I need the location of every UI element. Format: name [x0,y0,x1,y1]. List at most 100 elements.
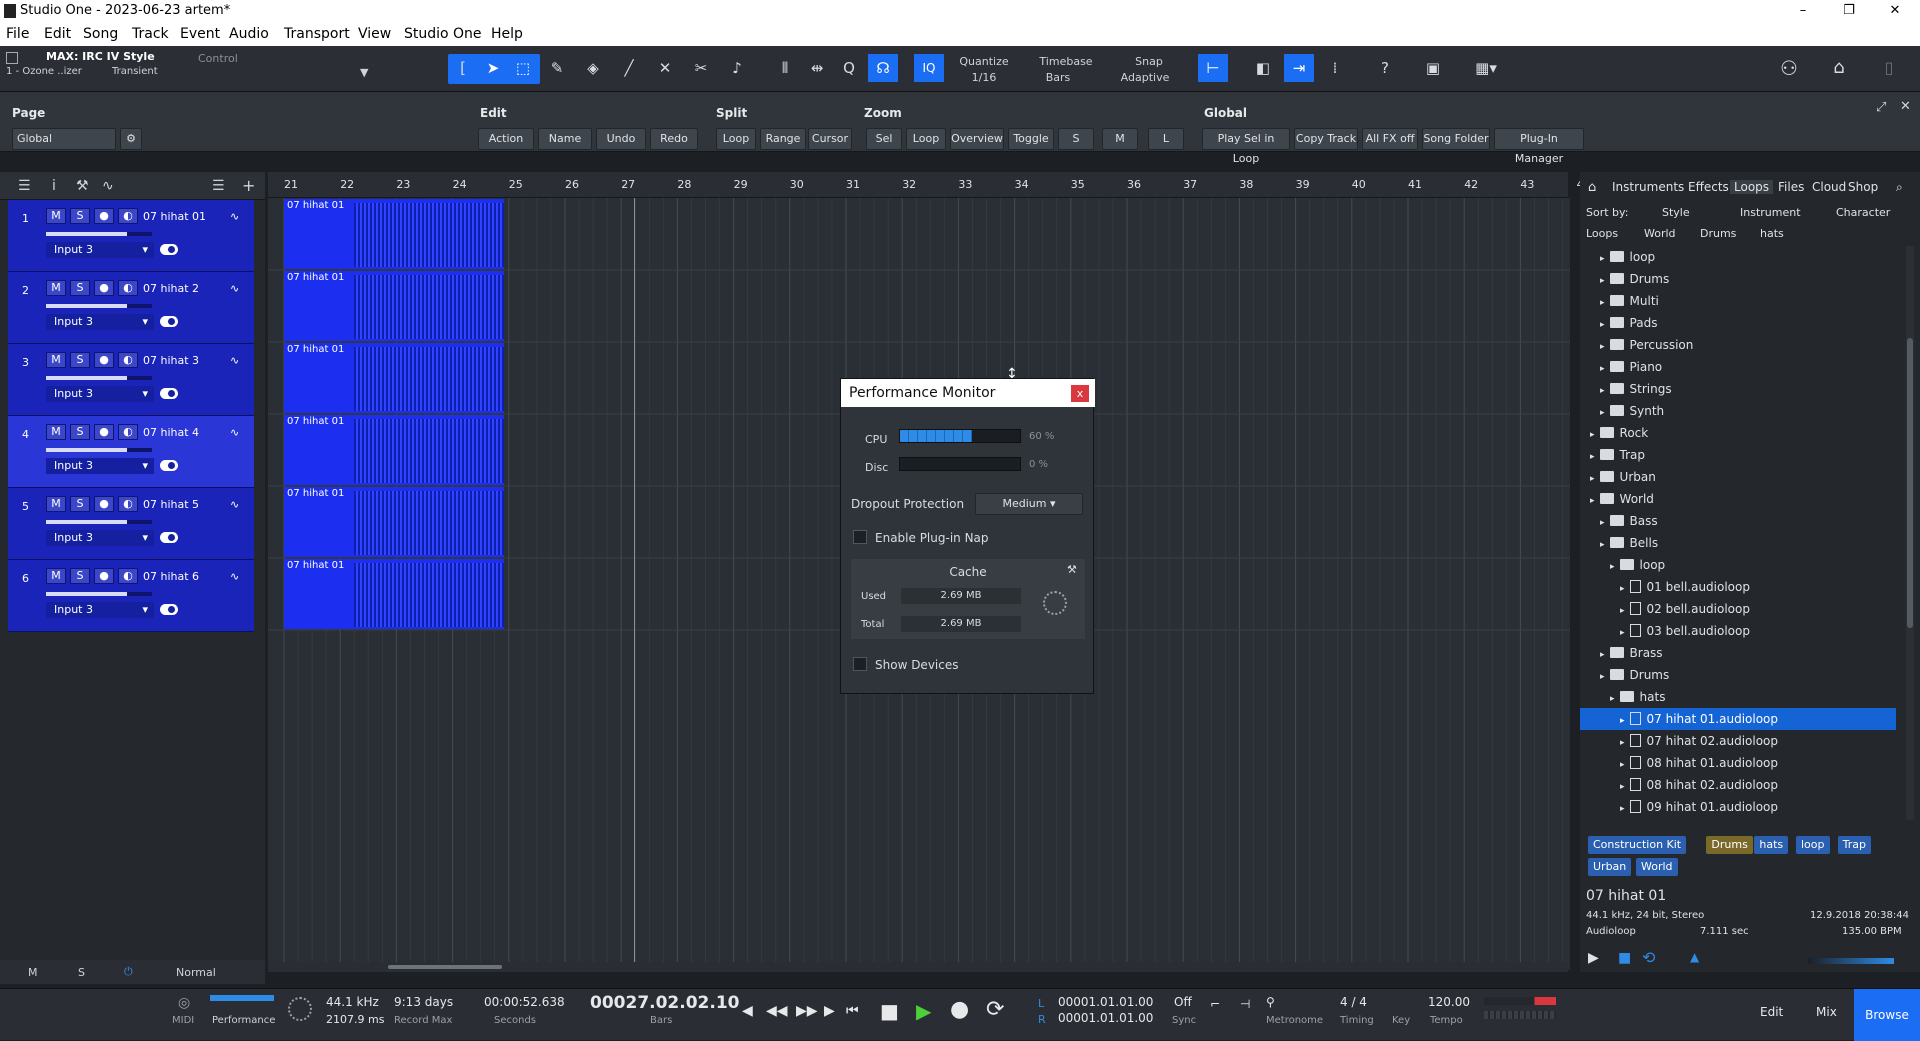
split-range-button[interactable]: Range [760,128,806,150]
preview-stop-icon[interactable]: ■ [1618,950,1631,966]
input-toggle[interactable] [160,388,178,399]
tag-chip[interactable]: Trap [1837,836,1871,854]
track-header-5[interactable]: 5 M S ● ◐ 07 hihat 5 ∿ Input 3 ▾ [8,488,254,560]
rewind-icon[interactable]: ◀◀ [766,1003,788,1019]
split-view-icon[interactable]: ⁞ [1320,54,1350,82]
browser-folder-item[interactable]: ▸ Urban [1580,466,1896,488]
expand-arrow-icon[interactable]: ▸ [1600,320,1605,330]
forward-end-icon[interactable]: ▶ [824,1003,835,1019]
document-icon[interactable]: ▯ [1874,54,1904,82]
browser-folder-item[interactable]: ▸ Bass [1580,510,1896,532]
input-select[interactable]: Input 3 ▾ [46,242,154,258]
input-toggle[interactable] [160,604,178,615]
timeline-ruler[interactable]: 21 22 23 24 25 26 27 28 29 30 31 32 33 34 35 36 37 38 39 40… [268,172,1584,198]
record-arm-icon[interactable]: ● [94,280,114,296]
seconds-value[interactable]: 00:00:52.638 [484,995,565,1009]
browser-folder-item[interactable]: ▸ Multi [1580,290,1896,312]
browser-folder-item[interactable]: ▸ Percussion [1580,334,1896,356]
browser-file-item[interactable]: ▸ 03 bell.audioloop [1580,620,1896,642]
expand-arrow-icon[interactable]: ▸ [1600,254,1605,264]
expand-arrow-icon[interactable]: ▸ [1590,474,1595,484]
sort-style[interactable]: Style [1662,206,1690,219]
input-toggle[interactable] [160,244,178,255]
preview-play-icon[interactable]: ▶ [1588,950,1599,966]
loop-start-value[interactable]: 00001.01.01.00 [1058,995,1153,1009]
expand-arrow-icon[interactable]: ▸ [1600,276,1605,286]
info-icon[interactable]: i [52,178,56,194]
stop-icon[interactable]: ■ [880,999,899,1023]
list-icon[interactable]: ☰ [18,178,31,194]
wrench-icon[interactable]: ⚒ [76,178,89,194]
footer-solo[interactable]: S [78,966,85,979]
menu-event[interactable]: Event [180,26,220,42]
tempo-value[interactable]: 120.00 [1428,995,1470,1009]
expand-arrow-icon[interactable]: ▸ [1610,694,1615,704]
follow-icon[interactable]: ⇥ [1284,54,1314,82]
bars-value[interactable]: 00027.02.02.10 [590,993,740,1013]
volume-slider[interactable] [46,592,152,596]
track-name[interactable]: 07 hihat 5 [143,498,199,511]
mute-tool-icon[interactable]: ✕ [650,54,680,82]
browser-file-item[interactable]: ▸ 02 bell.audioloop [1580,598,1896,620]
zoom-toggle-button[interactable]: Toggle [1008,128,1054,150]
split-tool-icon[interactable]: ✂ [686,54,716,82]
nudge-left-icon[interactable]: ◧ [1248,54,1278,82]
split-at-cursor-icon[interactable]: ⫴ [770,54,800,82]
browser-folder-item[interactable]: ▸ Bells [1580,532,1896,554]
tab-files[interactable]: Files [1778,180,1804,194]
monitor-icon[interactable]: ◐ [118,496,138,512]
perf-close-button[interactable]: x [1071,385,1089,402]
record-arm-icon[interactable]: ● [94,208,114,224]
browser-scrollbar[interactable] [1906,246,1914,820]
input-select[interactable]: Input 3 ▾ [46,314,154,330]
zoom-m-button[interactable]: M [1102,128,1138,150]
snap-to-grid-icon[interactable]: ⊢ [1198,54,1228,82]
browser-search-icon[interactable]: ⌕ [1896,180,1903,195]
browser-home-icon[interactable]: ⌂ [1588,180,1596,195]
expand-arrow-icon[interactable]: ▸ [1600,650,1605,660]
browser-folder-item[interactable]: ▸ hats [1580,686,1896,708]
play-sel-in-loop-button[interactable]: Play Sel in Loop [1202,128,1290,165]
input-toggle[interactable] [160,460,178,471]
solo-button[interactable]: S [70,424,90,440]
browser-scroll-thumb[interactable] [1907,338,1913,628]
mute-button[interactable]: M [46,424,66,440]
input-select[interactable]: Input 3 ▾ [46,602,154,618]
restore-icon[interactable]: ❐ [1826,0,1872,22]
song-folder-button[interactable]: Song Folder [1422,128,1490,150]
track-header-1[interactable]: 1 M S ● ◐ 07 hihat 01 ∿ Input 3 ▾ [8,200,254,272]
add-track-icon[interactable]: + [242,176,255,195]
mute-button[interactable]: M [46,496,66,512]
waveform-icon[interactable]: ∿ [230,210,239,223]
browser-folder-item[interactable]: ▸ World [1580,488,1896,510]
browser-file-item[interactable]: ▸09 hihat 02.audioloop [1580,818,1896,820]
waveform-icon[interactable]: ∿ [230,570,239,583]
solo-button[interactable]: S [70,568,90,584]
record-icon[interactable]: ● [950,997,969,1022]
mute-button[interactable]: M [46,208,66,224]
input-select[interactable]: Input 3 ▾ [46,530,154,546]
browser-folder-item[interactable]: ▸ loop [1580,554,1896,576]
preview-volume-slider[interactable] [1808,958,1894,964]
menu-view[interactable]: View [358,26,391,42]
precount-icon[interactable]: ⊣ [1240,997,1250,1011]
zoom-overview-button[interactable]: Overview [950,128,1004,150]
preview-loop-icon[interactable]: ⟲ [1642,948,1655,967]
mute-button[interactable]: M [46,280,66,296]
zoom-s-button[interactable]: S [1058,128,1094,150]
expand-arrow-icon[interactable]: ▸ [1610,562,1615,572]
performance-label[interactable]: Performance [212,1015,275,1026]
expand-icon[interactable]: ⤢ [1876,100,1886,115]
track-menu-icon[interactable]: ☰ [212,178,225,194]
record-arm-icon[interactable]: ● [94,352,114,368]
plugin-manager-button[interactable]: Plug-In Manager [1494,128,1584,165]
tab-cloud[interactable]: Cloud [1812,180,1846,194]
monitor-icon[interactable]: ◐ [118,208,138,224]
browser-file-item[interactable]: ▸ 07 hihat 01.audioloop [1580,708,1896,730]
browser-file-item[interactable]: ▸ 08 hihat 01.audioloop [1580,752,1896,774]
snap-value[interactable]: Adaptive [1118,71,1172,84]
expand-arrow-icon[interactable]: ▸ [1600,540,1605,550]
tab-shop[interactable]: Shop [1848,180,1878,194]
tab-effects[interactable]: Effects [1688,180,1729,194]
track-header-4[interactable]: 4 M S ● ◐ 07 hihat 4 ∿ Input 3 ▾ [8,416,254,488]
